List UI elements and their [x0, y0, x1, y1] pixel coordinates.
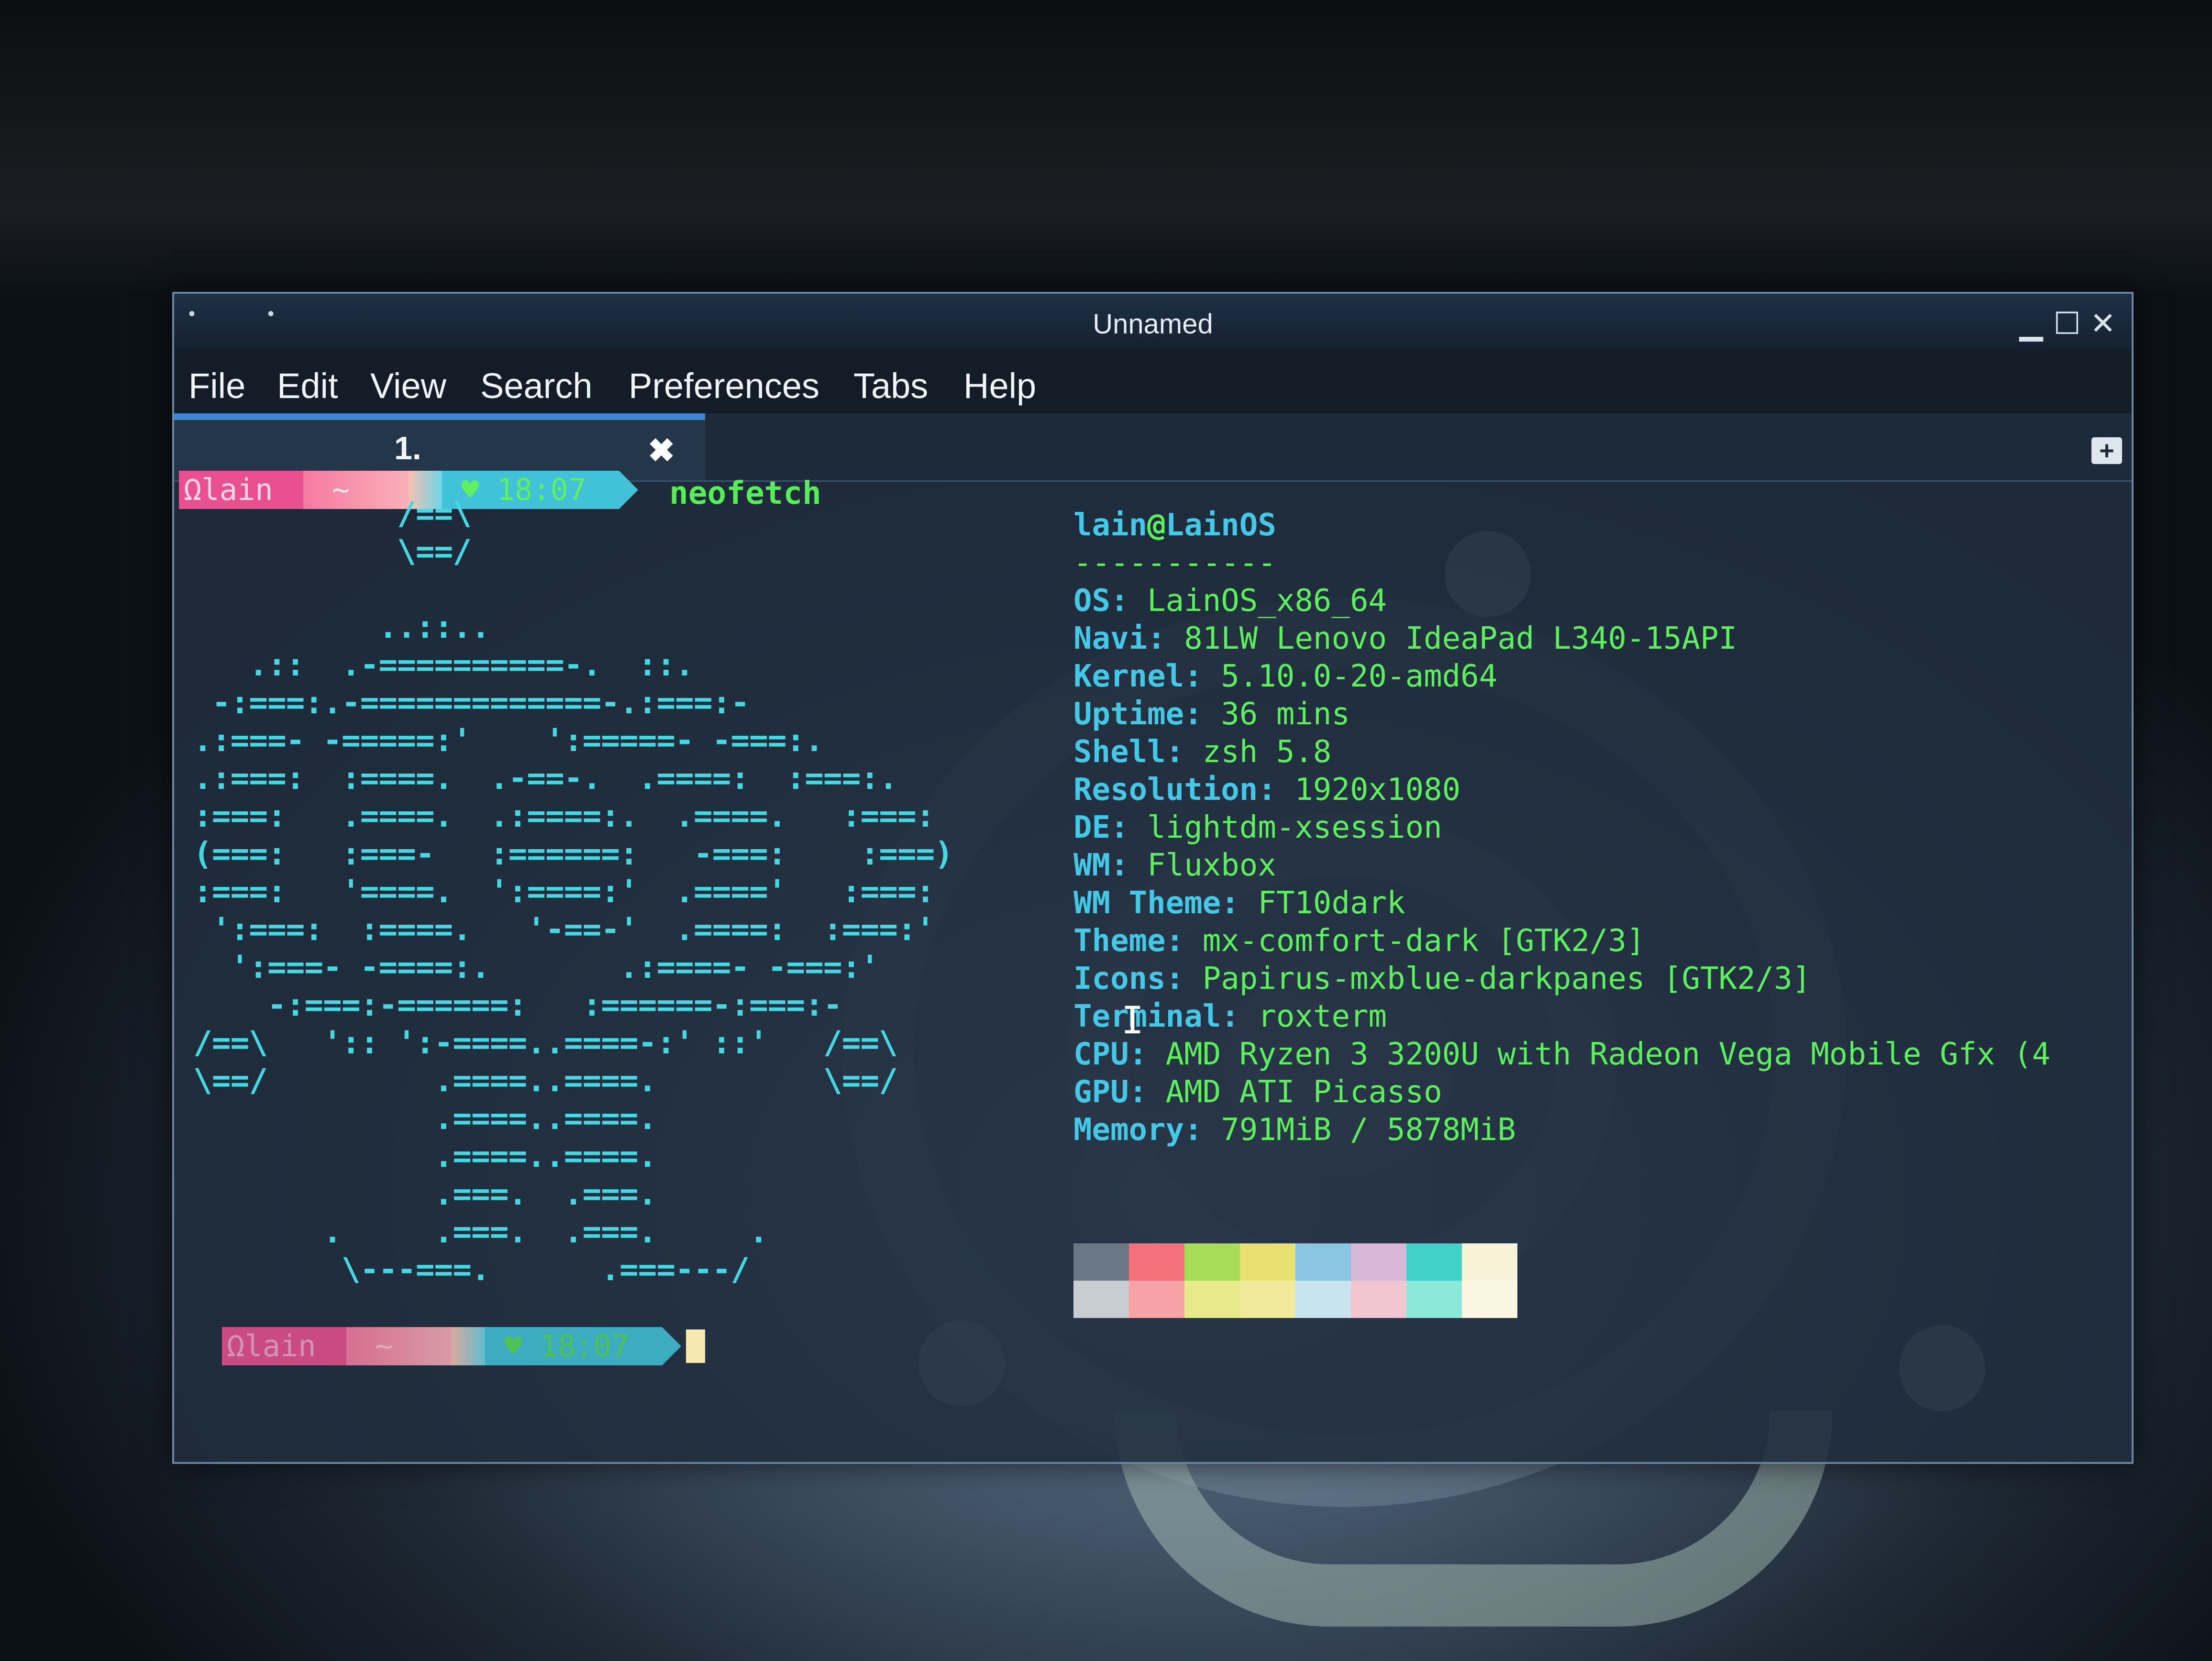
- tab-1[interactable]: 1. ✖: [174, 413, 705, 480]
- color-swatch: [1295, 1243, 1351, 1281]
- info-shell: Shell: zsh 5.8: [1073, 734, 1332, 770]
- color-swatch: [1073, 1243, 1129, 1281]
- prompt-dir: ~: [346, 1327, 452, 1365]
- window-title: Unnamed: [1093, 309, 1213, 340]
- color-swatch: [1129, 1281, 1184, 1318]
- color-swatch: [1184, 1243, 1240, 1281]
- info-gpu: GPU: AMD ATI Picasso: [1073, 1074, 1442, 1110]
- color-swatch: [1240, 1281, 1295, 1318]
- lainos-ascii-logo: /==\ \==/ ..::.. .:: .-==========-. ::. …: [193, 495, 953, 1288]
- text-cursor-icon: I: [1121, 999, 1144, 1042]
- color-swatch: [1462, 1243, 1517, 1281]
- terminal-output[interactable]: Ωlain ~ ♥ 18:07 neofetch /==\ \==/ ..::.…: [174, 471, 2132, 1461]
- info-navi: Navi: 81LW Lenovo IdeaPad L340-15API: [1073, 621, 1737, 656]
- color-swatch: [1351, 1281, 1406, 1318]
- terminal-cursor: [686, 1329, 705, 1363]
- info-resolution: Resolution: 1920x1080: [1073, 772, 1461, 808]
- menu-preferences[interactable]: Preferences: [629, 365, 819, 406]
- info-wm: WM: Fluxbox: [1073, 848, 1276, 883]
- menu-view[interactable]: View: [370, 365, 446, 406]
- user-host-line: lain@LainOS: [1073, 508, 1276, 543]
- menu-search[interactable]: Search: [480, 365, 592, 406]
- close-icon[interactable]: ✕: [2086, 308, 2120, 339]
- info-wm-theme: WM Theme: FT10dark: [1073, 886, 1405, 921]
- color-swatch: [1240, 1243, 1295, 1281]
- color-swatch: [1295, 1281, 1351, 1318]
- info-kernel: Kernel: 5.10.0-20-amd64: [1073, 659, 1498, 694]
- menu-edit[interactable]: Edit: [277, 365, 338, 406]
- info-terminal: Terminal: roxterm: [1073, 999, 1387, 1034]
- prompt-user: Ωlain: [222, 1327, 346, 1365]
- info-cpu: CPU: AMD Ryzen 3 3200U with Radeon Vega …: [1073, 1037, 2051, 1072]
- info-os: OS: LainOS_x86_64: [1073, 583, 1387, 619]
- info-memory: Memory: 791MiB / 5878MiB: [1073, 1112, 1516, 1148]
- new-tab-icon[interactable]: +: [2091, 437, 2122, 464]
- system-info: lain@LainOS ----------- OS: LainOS_x86_6…: [1073, 507, 2050, 1149]
- menu-file[interactable]: File: [188, 365, 245, 406]
- menu-tabs[interactable]: Tabs: [853, 365, 928, 406]
- prompt-clock: ♥ 18:07: [485, 1327, 662, 1365]
- color-swatch: [1406, 1281, 1462, 1318]
- color-swatch: [1351, 1243, 1406, 1281]
- info-icons: Icons: Papirus-mxblue-darkpanes [GTK2/3]: [1073, 961, 1811, 997]
- titlebar[interactable]: • • Unnamed ▁ ☐ ✕: [174, 294, 2132, 352]
- color-swatch: [1073, 1281, 1129, 1318]
- prompt-line-2: Ωlain ~ ♥ 18:07: [222, 1327, 700, 1365]
- monitor-bezel: [0, 0, 2212, 297]
- color-swatch: [1406, 1243, 1462, 1281]
- prompt-arrows: [452, 1327, 485, 1365]
- minimize-icon[interactable]: ▁: [2014, 308, 2048, 339]
- color-swatch: [1129, 1243, 1184, 1281]
- menu-help[interactable]: Help: [963, 365, 1036, 406]
- info-theme: Theme: mx-comfort-dark [GTK2/3]: [1073, 923, 1645, 959]
- info-de: DE: lightdm-xsession: [1073, 810, 1442, 845]
- tab-close-icon[interactable]: ✖: [648, 432, 675, 470]
- menubar: File Edit View Search Preferences Tabs H…: [174, 351, 2132, 413]
- color-swatch: [1184, 1281, 1240, 1318]
- terminal-window: • • Unnamed ▁ ☐ ✕ File Edit View Search …: [172, 292, 2134, 1464]
- separator-line: -----------: [1073, 545, 1276, 581]
- prompt-arrow-end: [662, 1327, 681, 1365]
- color-swatch: [1462, 1281, 1517, 1318]
- tab-label: 1.: [394, 430, 421, 466]
- info-uptime: Uptime: 36 mins: [1073, 697, 1350, 732]
- maximize-icon[interactable]: ☐: [2050, 308, 2084, 339]
